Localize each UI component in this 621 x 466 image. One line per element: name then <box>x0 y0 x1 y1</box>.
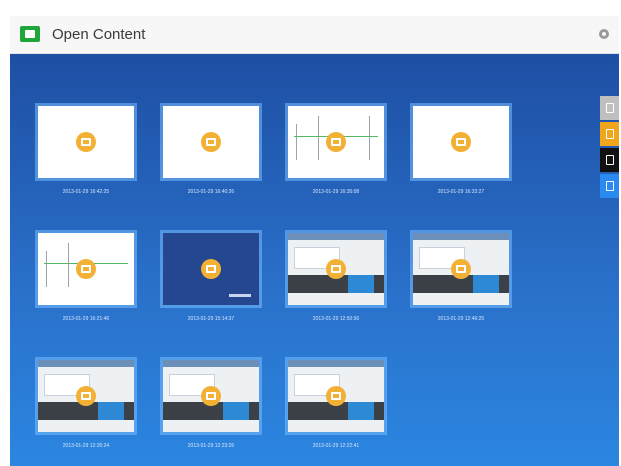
content-item[interactable]: 2013-01-29 16:42:25 <box>38 106 134 195</box>
app-icon <box>20 26 40 42</box>
thumbnail <box>413 233 509 305</box>
timestamp-label: 2013-01-29 12:22:41 <box>312 443 360 449</box>
timestamp-label: 2013-01-29 12:23:26 <box>187 443 235 449</box>
open-icon <box>76 259 96 279</box>
open-icon <box>606 129 614 139</box>
window-title: Open Content <box>52 26 146 43</box>
content-item[interactable]: 2013-01-29 12:35:24 <box>38 360 134 449</box>
open-icon <box>201 132 221 152</box>
thumbnail <box>38 233 134 305</box>
thumbnail <box>38 106 134 178</box>
content-item[interactable]: 2013-01-29 16:35:08 <box>288 106 384 195</box>
content-area: 2013-01-29 16:42:25 2013-01-29 16:40:26 … <box>10 54 619 466</box>
timestamp-label: 2013-01-29 16:42:25 <box>62 189 110 195</box>
action-sidebar <box>600 96 619 200</box>
content-item[interactable]: 2013-01-29 12:50:56 <box>288 233 384 322</box>
timestamp-label: 2013-01-29 16:35:08 <box>312 189 360 195</box>
content-item[interactable]: 2013-01-29 12:23:26 <box>163 360 259 449</box>
timestamp-label: 2013-01-29 16:40:26 <box>187 189 235 195</box>
thumbnail <box>288 233 384 305</box>
content-item[interactable]: 2013-01-29 16:33:27 <box>413 106 509 195</box>
timestamp-label: 2013-01-29 12:50:56 <box>312 316 360 322</box>
thumbnail <box>38 360 134 432</box>
open-icon <box>326 132 346 152</box>
thumbnail <box>413 106 509 178</box>
thumbnail <box>163 360 259 432</box>
save-icon <box>606 155 614 165</box>
title-bar: Open Content <box>10 16 619 54</box>
close-icon[interactable] <box>599 29 609 39</box>
open-icon <box>76 386 96 406</box>
timestamp-label: 2013-01-29 15:14:37 <box>187 316 235 322</box>
open-button[interactable] <box>600 122 619 146</box>
content-item[interactable]: 2013-01-29 12:22:41 <box>288 360 384 449</box>
open-icon <box>201 386 221 406</box>
open-icon <box>76 132 96 152</box>
thumbnail <box>163 106 259 178</box>
timestamp-label: 2013-01-29 16:21:46 <box>62 316 110 322</box>
open-icon <box>451 259 471 279</box>
open-icon <box>451 132 471 152</box>
open-icon <box>326 386 346 406</box>
thumbnail <box>288 106 384 178</box>
new-file-icon <box>606 181 614 191</box>
thumbnail <box>288 360 384 432</box>
content-item[interactable]: 2013-01-29 16:40:26 <box>163 106 259 195</box>
trash-icon <box>606 103 614 113</box>
thumbnail <box>163 233 259 305</box>
open-icon <box>201 259 221 279</box>
timestamp-label: 2013-01-29 12:46:25 <box>437 316 485 322</box>
content-item[interactable]: 2013-01-29 15:14:37 <box>163 233 259 322</box>
new-file-button[interactable] <box>600 174 619 198</box>
content-item[interactable]: 2013-01-29 12:46:25 <box>413 233 509 322</box>
save-button[interactable] <box>600 148 619 172</box>
timestamp-label: 2013-01-29 16:33:27 <box>437 189 485 195</box>
timestamp-label: 2013-01-29 12:35:24 <box>62 443 110 449</box>
trash-button[interactable] <box>600 96 619 120</box>
content-item[interactable]: 2013-01-29 16:21:46 <box>38 233 134 322</box>
open-icon <box>326 259 346 279</box>
content-grid: 2013-01-29 16:42:25 2013-01-29 16:40:26 … <box>38 106 509 449</box>
